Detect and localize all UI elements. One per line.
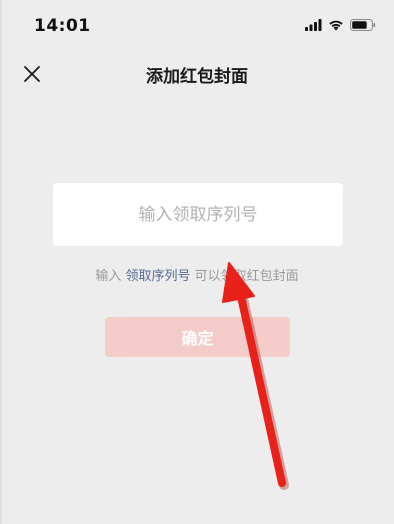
arrow-icon [222,262,289,490]
serial-number-input[interactable] [53,183,343,246]
status-time: 14:01 [34,16,91,36]
hint-prefix: 输入 [95,269,126,284]
hint-text: 输入 领取序列号 可以领取红包封面 [0,265,394,284]
nav-bar: 添加红包封面 [0,52,394,96]
hint-suffix: 可以领取红包封面 [190,269,299,284]
battery-icon [350,19,376,31]
page-title: 添加红包封面 [146,67,248,87]
status-bar: 14:01 [0,0,394,48]
serial-number-link[interactable]: 领取序列号 [125,269,190,284]
signal-icon [305,19,322,31]
confirm-button[interactable]: 确定 [105,317,290,357]
app-screen: 14:01 添加红包封面 输入领取序列号 输入 领取序列号 可以领取红包封面 确… [0,0,394,524]
status-icons [305,17,376,33]
wifi-icon [329,20,343,31]
